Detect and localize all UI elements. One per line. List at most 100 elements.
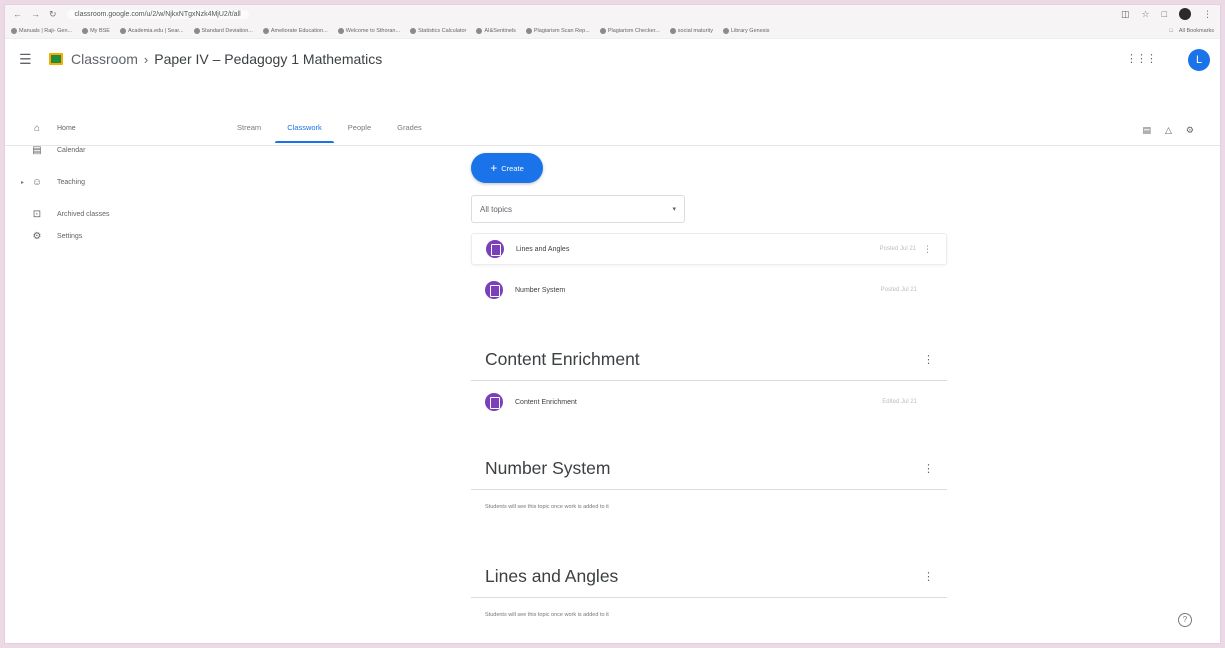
list-item[interactable]: Lines and Angles Posted Jul 21 ⋮ bbox=[471, 233, 947, 265]
empty-topic-note: Students will see this topic once work i… bbox=[485, 504, 609, 510]
sidebar-item-home[interactable]: ⌂ Home bbox=[5, 117, 225, 139]
globe-icon bbox=[262, 27, 269, 34]
menu-icon[interactable]: ☰ bbox=[19, 51, 41, 68]
browser-window: ← → ↻ classroom.google.com/u/2/w/NjkxNTg… bbox=[4, 4, 1221, 644]
globe-icon bbox=[599, 27, 606, 34]
reload-icon[interactable]: ↻ bbox=[49, 9, 57, 20]
sidebar-item-label: Home bbox=[57, 124, 76, 132]
more-vert-icon[interactable]: ⋮ bbox=[923, 353, 934, 366]
sidepanel-icon[interactable]: □ bbox=[1162, 9, 1167, 19]
material-icon bbox=[485, 281, 503, 299]
globe-icon bbox=[337, 27, 344, 34]
more-vert-icon[interactable]: ⋮ bbox=[916, 244, 932, 255]
avatar[interactable]: L bbox=[1188, 49, 1210, 71]
archive-icon: ⊡ bbox=[32, 208, 42, 220]
drive-folder-icon[interactable]: △ bbox=[1165, 125, 1172, 136]
bookmark[interactable]: Ameliorate Education... bbox=[262, 27, 328, 34]
material-title: Lines and Angles bbox=[516, 245, 570, 253]
topic-title[interactable]: Number System bbox=[485, 458, 945, 479]
kebab-menu-icon[interactable]: ⋮ bbox=[1203, 9, 1212, 20]
bookmark[interactable]: Academia.edu | Sear... bbox=[119, 27, 184, 34]
empty-topic-note: Students will see this topic once work i… bbox=[485, 612, 609, 618]
sidebar: ⌂ Home ▤ Calendar ▸ ☺ Teaching ⊡ Archive… bbox=[5, 117, 225, 247]
topic-filter-select[interactable]: All topics ▾ bbox=[471, 195, 685, 223]
bookmark[interactable]: Library Genesis bbox=[722, 27, 769, 34]
material-title: Content Enrichment bbox=[515, 398, 577, 406]
dropdown-arrow-icon: ▾ bbox=[672, 206, 676, 213]
topic-title[interactable]: Content Enrichment bbox=[485, 349, 945, 370]
class-tabs: Stream Classwork People Grades bbox=[237, 117, 422, 143]
settings-icon[interactable]: ⚙ bbox=[1186, 125, 1194, 136]
posted-date: Posted Jul 21 bbox=[880, 287, 917, 293]
url-field[interactable]: classroom.google.com/u/2/w/NjkxNTgxNzk4M… bbox=[66, 9, 249, 19]
bookmark[interactable]: My BSE bbox=[82, 27, 110, 34]
sidebar-item-label: Teaching bbox=[57, 178, 86, 186]
topic-divider bbox=[471, 380, 947, 381]
people-icon: ☺ bbox=[31, 176, 43, 188]
bookmarks-right: □ All Bookmarks bbox=[1170, 28, 1214, 34]
classwork-actions: ▤ △ ⚙ bbox=[1142, 125, 1194, 136]
bookmark[interactable]: Manuals | Raji- Gen... bbox=[11, 27, 72, 34]
class-title[interactable]: Paper IV – Pedagogy 1 Mathematics bbox=[154, 51, 382, 67]
settings-icon: ⚙ bbox=[32, 230, 42, 242]
globe-icon bbox=[11, 27, 17, 34]
bookmark[interactable]: AI&Sentinels bbox=[476, 27, 516, 34]
material-title: Number System bbox=[515, 286, 566, 294]
bookmark[interactable]: Welcome to Sthoran... bbox=[337, 27, 400, 34]
apps-grid-icon[interactable]: ⋮⋮⋮ bbox=[1126, 52, 1157, 65]
tabs-divider bbox=[5, 145, 1220, 146]
help-icon[interactable]: ? bbox=[1178, 613, 1192, 627]
bookmark[interactable]: Plagiarism Checker... bbox=[599, 27, 660, 34]
material-icon bbox=[486, 240, 504, 258]
app-header: ☰ Classroom › Paper IV – Pedagogy 1 Math… bbox=[5, 39, 1220, 79]
create-button[interactable]: + Create bbox=[471, 153, 543, 183]
browser-profile-icon[interactable] bbox=[1179, 8, 1191, 20]
bookmark[interactable]: Standard Deviation... bbox=[193, 27, 253, 34]
sidebar-item-label: Calendar bbox=[57, 146, 86, 154]
sidebar-item-teaching[interactable]: ▸ ☺ Teaching bbox=[5, 171, 225, 193]
star-icon[interactable]: ☆ bbox=[1141, 9, 1149, 20]
tab-grades[interactable]: Grades bbox=[397, 117, 422, 143]
back-icon[interactable]: ← bbox=[13, 9, 22, 20]
plus-icon: + bbox=[490, 161, 498, 175]
globe-icon bbox=[82, 27, 89, 34]
sidebar-item-calendar[interactable]: ▤ Calendar bbox=[5, 139, 225, 161]
more-vert-icon[interactable]: ⋮ bbox=[923, 462, 934, 475]
translate-icon[interactable]: ◫ bbox=[1121, 9, 1130, 20]
tab-people[interactable]: People bbox=[348, 117, 371, 143]
bookmark[interactable]: social maturity bbox=[669, 27, 713, 34]
topic-filter-value: All topics bbox=[480, 204, 513, 214]
posted-date: Posted Jul 21 bbox=[879, 246, 916, 252]
globe-icon bbox=[525, 27, 532, 34]
topic-title[interactable]: Lines and Angles bbox=[485, 566, 945, 587]
topic-divider bbox=[471, 489, 947, 490]
list-item[interactable]: Number System Posted Jul 21 bbox=[471, 274, 947, 306]
sidebar-item-label: Archived classes bbox=[57, 210, 110, 218]
folder-icon: □ bbox=[1169, 27, 1173, 34]
all-bookmarks-link[interactable]: All Bookmarks bbox=[1179, 28, 1214, 34]
bookmark[interactable]: Statistics Calculator bbox=[410, 27, 466, 34]
posted-date: Edited Jul 21 bbox=[882, 399, 917, 405]
calendar-icon[interactable]: ▤ bbox=[1142, 125, 1151, 136]
create-label: Create bbox=[501, 163, 524, 173]
caret-right-icon[interactable]: ▸ bbox=[21, 179, 24, 186]
globe-icon bbox=[193, 27, 200, 34]
browser-actions: ◫ ☆ □ ⋮ bbox=[1121, 8, 1212, 20]
classroom-logo-icon bbox=[49, 53, 63, 65]
bookmark[interactable]: Plagiarism Scan Rep... bbox=[525, 27, 590, 34]
material-list: Lines and Angles Posted Jul 21 ⋮ Number … bbox=[471, 233, 947, 306]
globe-icon bbox=[669, 27, 676, 34]
globe-icon bbox=[476, 27, 483, 34]
more-vert-icon[interactable]: ⋮ bbox=[923, 570, 934, 583]
material-icon bbox=[485, 393, 503, 411]
browser-nav: ← → ↻ bbox=[13, 9, 57, 20]
topic-material-list: Content Enrichment Edited Jul 21 bbox=[471, 386, 947, 418]
sidebar-item-archived-classes[interactable]: ⊡ Archived classes bbox=[5, 203, 225, 225]
sidebar-item-settings[interactable]: ⚙ Settings bbox=[5, 225, 225, 247]
forward-icon[interactable]: → bbox=[31, 9, 40, 20]
list-item[interactable]: Content Enrichment Edited Jul 21 bbox=[471, 386, 947, 418]
tab-stream[interactable]: Stream bbox=[237, 117, 261, 143]
tab-classwork[interactable]: Classwork bbox=[275, 117, 334, 143]
sidebar-item-label: Settings bbox=[57, 232, 83, 240]
brand-name[interactable]: Classroom bbox=[71, 51, 138, 67]
